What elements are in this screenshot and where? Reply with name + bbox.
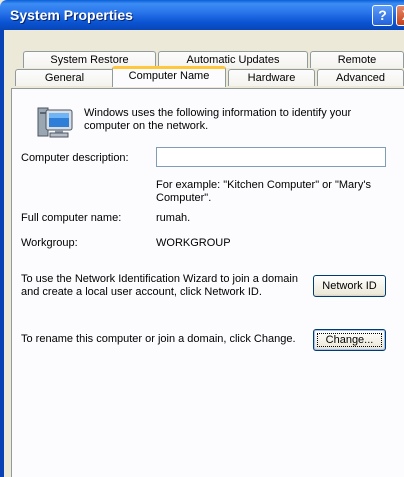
network-computer-icon [37, 107, 73, 138]
full-name-label: Full computer name: [21, 212, 122, 224]
tab-label: System Restore [50, 54, 129, 66]
tab-label: Remote [337, 54, 377, 66]
tab-remote[interactable]: Remote [310, 51, 404, 68]
example-text: For example: "Kitchen Computer" or "Mary… [156, 179, 371, 204]
computer-name-panel: Windows uses the following information t… [11, 88, 404, 477]
tab-advanced[interactable]: Advanced [317, 69, 404, 86]
change-button-label: Change... [325, 334, 374, 346]
network-id-button-label: Network ID [322, 280, 377, 292]
network-id-instructions: To use the Network Identification Wizard… [21, 273, 298, 298]
window-border [0, 30, 4, 477]
system-properties-window: System Properties ? X System Restore Aut… [0, 0, 404, 477]
window-title: System Properties [10, 7, 133, 23]
full-name-value: rumah. [156, 212, 191, 224]
workgroup-value: WORKGROUP [156, 237, 231, 249]
rename-instructions: To rename this computer or join a domain… [21, 333, 296, 345]
title-bar[interactable]: System Properties ? X [0, 0, 404, 30]
description-label: Computer description: [21, 152, 129, 164]
tab-general[interactable]: General [15, 69, 114, 86]
workgroup-label: Workgroup: [21, 237, 78, 249]
tab-label: Hardware [247, 72, 296, 84]
tab-label: General [44, 72, 85, 84]
tab-hardware[interactable]: Hardware [228, 69, 315, 86]
intro-text: Windows uses the following information t… [84, 107, 352, 132]
tab-label: Computer Name [128, 70, 210, 82]
help-icon: ? [378, 7, 387, 23]
change-button[interactable]: Change... [313, 329, 386, 351]
close-button[interactable]: X [396, 5, 404, 26]
help-button[interactable]: ? [372, 5, 393, 26]
tab-computer-name[interactable]: Computer Name [112, 66, 226, 87]
computer-description-input[interactable] [156, 147, 386, 167]
tab-label: Advanced [336, 72, 385, 84]
network-id-button[interactable]: Network ID [313, 275, 386, 297]
tab-label: Automatic Updates [186, 54, 280, 66]
